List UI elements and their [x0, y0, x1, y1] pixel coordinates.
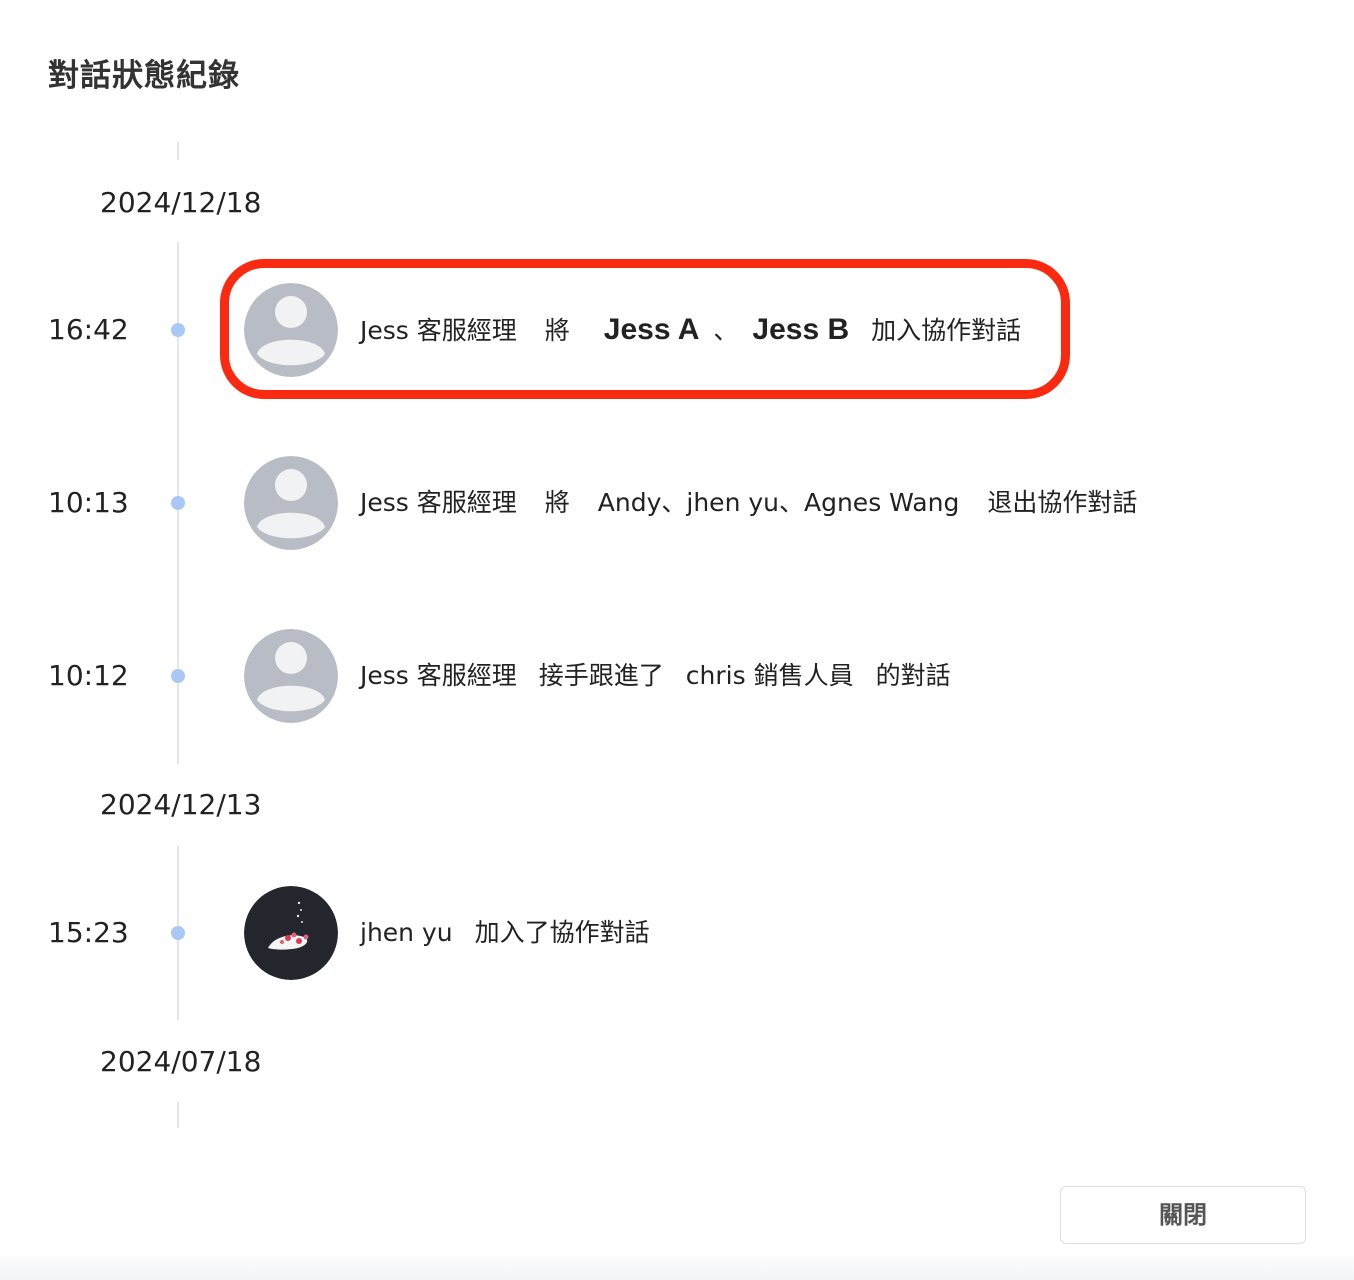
target-name: Jess B [752, 313, 850, 346]
entry-message: Jess 客服經理 接手跟進了 chris 銷售人員 的對話 [360, 658, 951, 694]
separator: 、 [713, 316, 739, 345]
action-text: 的對話 [875, 661, 951, 690]
actor-name: Jess 客服經理 [360, 316, 517, 345]
entry-time: 10:12 [48, 659, 129, 692]
date-label: 2024/07/18 [100, 1045, 262, 1078]
timeline-dot [171, 496, 185, 510]
verb: 將 [544, 316, 570, 345]
timeline-line [177, 1102, 179, 1128]
timeline-entry: 10:13 Jess 客服經理將 Andy、jhen yu、Agnes Wang 退… [0, 455, 1354, 551]
timeline-dot [171, 323, 185, 337]
target-names: Andy、jhen yu、Agnes Wang [597, 488, 960, 517]
action-text: 加入了協作對話 [474, 918, 650, 947]
entry-message: jhen yu 加入了協作對話 [360, 915, 650, 951]
close-button[interactable]: 關閉 [1060, 1186, 1306, 1244]
default-user-avatar [244, 283, 338, 377]
entry-time: 10:13 [48, 486, 129, 519]
timeline-entry: 15:23 jhen yu 加入了協作對話 [0, 885, 1354, 981]
timeline-dot [171, 926, 185, 940]
date-label: 2024/12/13 [100, 788, 262, 821]
entry-message: Jess 客服經理將 Andy、jhen yu、Agnes Wang 退出協作對話 [360, 485, 1137, 521]
entry-message: Jess 客服經理將 Jess A 、 Jess B 加入協作對話 [360, 312, 1021, 349]
actor-name: Jess 客服經理 [360, 488, 517, 517]
status-timeline: 2024/12/18 16:42 Jess 客服經理將 Jess A、 Jess B… [0, 0, 1354, 1180]
date-label: 2024/12/18 [100, 186, 262, 219]
target-name: chris 銷售人員 [685, 661, 854, 690]
timeline-entry: 16:42 Jess 客服經理將 Jess A 、 Jess B 加入協作對話 [0, 282, 1354, 378]
timeline-line [177, 142, 179, 160]
timeline-dot [171, 669, 185, 683]
default-user-avatar [244, 456, 338, 550]
default-user-avatar [244, 629, 338, 723]
verb: 接手跟進了 [538, 661, 664, 690]
photo-avatar [244, 886, 338, 980]
actor-name: jhen yu [360, 918, 453, 947]
action-text: 加入協作對話 [871, 316, 1022, 345]
dialog-bottom-edge [0, 1250, 1354, 1280]
actor-name: Jess 客服經理 [360, 661, 517, 690]
timeline-entry: 10:12 Jess 客服經理 接手跟進了 chris 銷售人員 的對話 [0, 628, 1354, 724]
entry-time: 16:42 [48, 313, 129, 346]
target-name: Jess A [603, 313, 700, 346]
entry-time: 15:23 [48, 916, 129, 949]
action-text: 退出協作對話 [987, 488, 1138, 517]
verb: 將 [544, 488, 570, 517]
